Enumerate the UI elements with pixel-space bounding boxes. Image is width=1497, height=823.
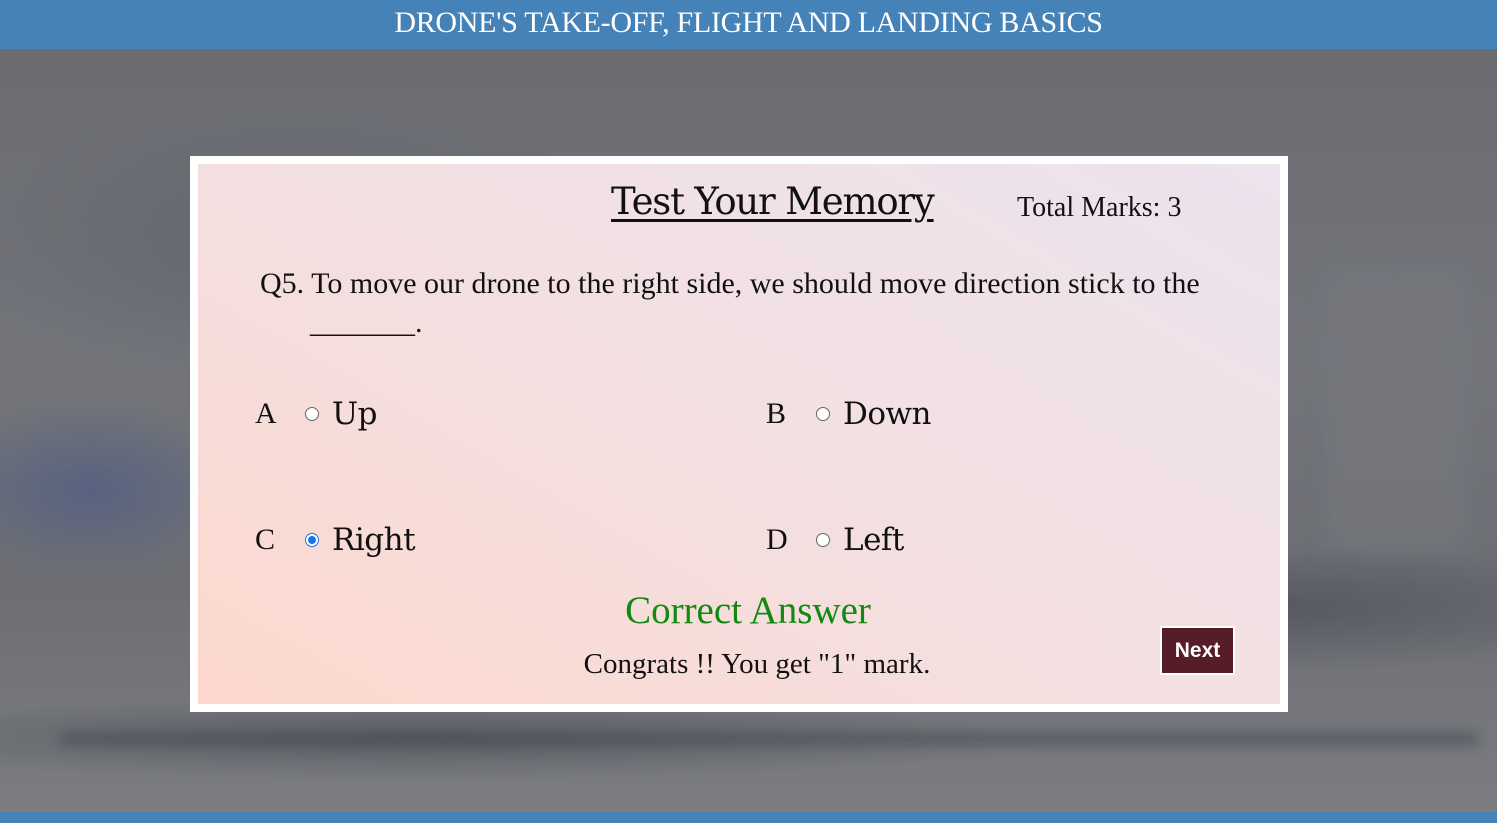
option-label: Up [332,396,377,432]
page-footer-bar [0,812,1497,823]
option-a[interactable]: A Up [255,396,377,432]
option-label: Down [843,396,932,432]
option-letter: B [766,397,787,430]
option-d-radio[interactable] [816,533,830,547]
result-title: Correct Answer [625,589,871,632]
option-b[interactable]: B Down [766,396,932,432]
next-button[interactable]: Next [1160,626,1235,675]
question-text: Q5. To move our drone to the right side,… [260,267,1200,339]
option-label: Left [843,522,904,558]
option-c[interactable]: C Right [255,522,416,558]
total-marks: Total Marks: 3 [1017,192,1182,223]
quiz-title: Test Your Memory [611,180,935,223]
option-letter: A [255,397,277,430]
option-letter: C [255,523,276,556]
option-a-radio[interactable] [305,407,319,421]
quiz-modal: Test Your Memory Total Marks: 3 Q5. To m… [190,156,1288,712]
option-letter: D [766,523,788,556]
option-label: Right [332,522,416,558]
quiz-card: Test Your Memory Total Marks: 3 Q5. To m… [198,164,1280,704]
page-title: DRONE'S TAKE-OFF, FLIGHT AND LANDING BAS… [394,6,1103,39]
option-b-radio[interactable] [816,407,830,421]
page-header: DRONE'S TAKE-OFF, FLIGHT AND LANDING BAS… [0,0,1497,49]
option-c-radio[interactable] [305,533,319,547]
result-message: Congrats !! You get "1" mark. [583,648,931,680]
option-d[interactable]: D Left [766,522,904,558]
